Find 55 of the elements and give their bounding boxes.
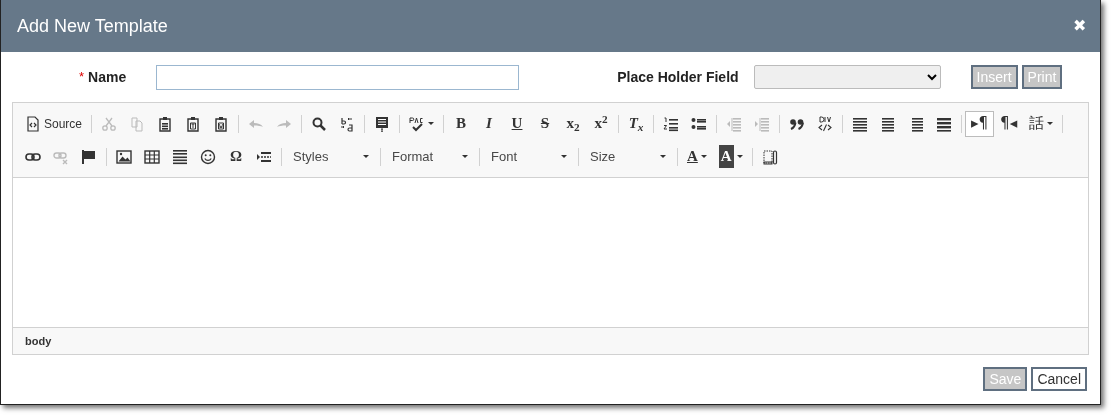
cut-icon bbox=[101, 115, 118, 132]
spellcheck-icon bbox=[409, 115, 426, 132]
clipboard-icon bbox=[157, 115, 174, 132]
caret-icon bbox=[428, 122, 435, 125]
superscript-button[interactable]: x$^{2}$ bbox=[587, 110, 616, 137]
align-center-icon bbox=[880, 115, 897, 132]
replace-icon bbox=[339, 115, 356, 132]
format-dropdown[interactable]: Format bbox=[384, 143, 476, 170]
cancel-button[interactable]: Cancel bbox=[1031, 367, 1087, 391]
select-all-icon bbox=[374, 115, 391, 132]
close-button[interactable]: ✖ bbox=[1073, 18, 1086, 34]
clipboard-icon bbox=[185, 115, 202, 132]
right-to-left-button[interactable]: ¶◂ bbox=[994, 110, 1024, 137]
flag-icon bbox=[81, 148, 97, 165]
text-color-button[interactable]: A bbox=[681, 143, 713, 170]
caret-icon bbox=[462, 155, 468, 158]
align-left-icon bbox=[852, 115, 869, 132]
table-icon bbox=[144, 148, 160, 165]
strikethrough-button[interactable]: S bbox=[531, 110, 560, 137]
styles-dropdown[interactable]: Styles bbox=[285, 143, 377, 170]
name-field[interactable] bbox=[156, 64, 520, 90]
left-to-right-button[interactable]: ▸¶ bbox=[965, 110, 995, 137]
indent-icon bbox=[754, 115, 771, 132]
numbered-list-icon bbox=[663, 115, 680, 132]
outdent-icon bbox=[726, 115, 743, 132]
image-icon bbox=[116, 148, 132, 165]
copy-icon bbox=[129, 115, 146, 132]
show-blocks-icon bbox=[761, 148, 778, 165]
background-color-button[interactable]: A bbox=[712, 143, 749, 170]
size-dropdown[interactable]: Size bbox=[582, 143, 674, 170]
underline-button[interactable]: U bbox=[503, 110, 532, 137]
search-icon bbox=[311, 115, 328, 132]
align-justify-icon bbox=[936, 115, 953, 132]
bulleted-list-icon bbox=[691, 115, 708, 132]
italic-button[interactable]: I bbox=[475, 110, 504, 137]
element-path[interactable]: body bbox=[25, 332, 52, 350]
source-button[interactable]: Source bbox=[19, 110, 89, 137]
special-character-button[interactable]: Ω bbox=[222, 143, 250, 170]
clipboard-icon bbox=[213, 115, 230, 132]
code-block-icon bbox=[817, 115, 834, 132]
caret-icon bbox=[660, 155, 666, 158]
remove-format-button[interactable]: T$_{x}$ bbox=[622, 110, 651, 137]
subscript-button[interactable]: x$_{2}$ bbox=[559, 110, 588, 137]
field-label: Name bbox=[88, 67, 127, 87]
caret-icon bbox=[363, 155, 369, 158]
caret-icon bbox=[561, 155, 567, 158]
dialog-title: Add New Template bbox=[17, 14, 168, 38]
font-dropdown[interactable]: Font bbox=[483, 143, 575, 170]
field-label: Place Holder Field bbox=[617, 67, 739, 87]
required-mark: * bbox=[79, 68, 85, 87]
horizontal-rule-icon bbox=[172, 148, 188, 165]
smiley-icon bbox=[200, 148, 216, 165]
language-button[interactable]: 話 bbox=[1023, 110, 1060, 137]
bold-button[interactable]: B bbox=[447, 110, 476, 137]
source-icon bbox=[25, 115, 41, 132]
